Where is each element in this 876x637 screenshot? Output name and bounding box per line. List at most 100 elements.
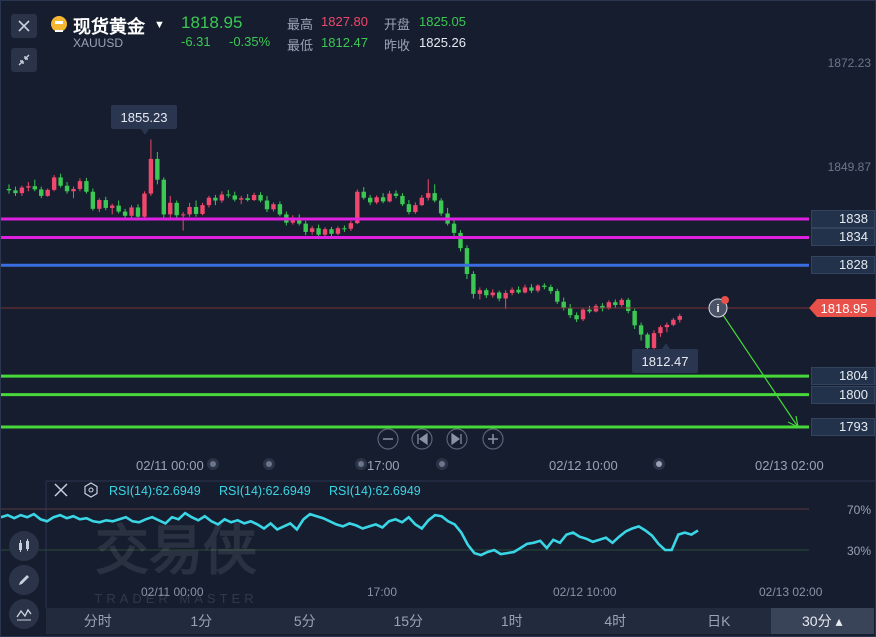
candle-body [503,292,508,299]
candle-body [335,228,341,234]
indicator-button[interactable] [9,599,39,629]
close-button[interactable] [11,14,37,38]
candle-body [555,291,560,302]
level-tag: 1828 [811,256,875,275]
candle-body [619,299,624,305]
collapse-icon [18,54,30,66]
candle-body [548,286,553,292]
timeframe-bar: 分时 1分 5分 15分 1时 4时 日K 30分 ▴ [46,608,874,634]
candle-body [638,325,644,335]
candle-body [374,197,379,203]
candle-body [580,309,586,320]
zoom-in-button[interactable] [482,428,504,450]
scroll-start-button[interactable] [411,428,433,450]
candle-body [574,315,579,320]
skip-back-icon [417,432,428,446]
candle-body [135,207,141,217]
candle-body [522,287,528,293]
candle-body [593,305,599,312]
level-tag-label: 1834 [839,229,868,245]
candle-body [271,204,276,210]
axis-price-label: 1849.87 [828,160,872,174]
candle-body [380,197,386,202]
timeframe-tab[interactable]: 1分 [150,608,254,634]
candle-body [329,229,334,234]
candle-body [232,195,237,200]
candle-body [458,232,463,249]
level-tag-label: 1838 [839,211,868,226]
zoom-out-button[interactable] [377,428,399,450]
candle-body [251,194,257,201]
rsi-close-icon[interactable] [54,483,68,497]
level-tag: 1793 [811,418,875,436]
prev-close-label: 昨收 [384,38,411,53]
candle-body [658,327,663,334]
last-price: 1818.95 [181,13,243,32]
candle-body [129,207,134,216]
candle-body [471,274,476,294]
candle-body [426,193,431,198]
candle-body [348,223,354,229]
candle-body [664,324,670,328]
candle-body [393,193,399,196]
candle-body [142,193,147,217]
timeframe-tab[interactable]: 30分 ▴ [770,608,874,634]
candle-body [219,194,225,201]
candle-body [239,198,244,200]
candle-body [677,316,682,320]
price-change: -6.31 [181,34,211,49]
candle-body [148,158,154,194]
candle-body [484,290,489,296]
timeframe-tab[interactable]: 1时 [460,608,564,634]
scroll-end-button[interactable] [446,428,468,450]
alert-dot [721,296,729,304]
candle-body [297,217,302,224]
candle-body [277,204,283,215]
candle-body [316,228,321,235]
price-change-percent: -0.35% [229,34,271,49]
candle-body [161,179,166,215]
candle-body [368,197,373,203]
timeframe-tab[interactable]: 分时 [46,608,150,634]
candle-body [535,285,541,291]
high-callout-box [111,105,177,129]
candle-body [6,188,12,191]
rsi-settings-icon[interactable] [84,482,98,498]
timeframe-tab[interactable]: 4时 [564,608,668,634]
plus-icon [488,434,498,444]
timeframe-tab[interactable]: 日K [667,608,771,634]
level-tag-label: 1793 [839,419,868,434]
candle-body [226,194,231,196]
rsi-value-label: RSI(14):62.6949 [329,484,421,498]
rsi-time-label: 02/11 00:00 [141,585,204,599]
candle-body [490,292,495,296]
candle-body [587,309,592,312]
timeframe-tab[interactable]: 5分 [253,608,357,634]
low-callout-box [632,349,698,373]
candle-body [174,202,179,216]
low-value: 1812.47 [321,35,368,50]
current-price-tag-label: 1818.95 [821,301,868,316]
candle-body [419,197,424,206]
candle-body [567,307,573,316]
candle-type-button[interactable] [9,531,39,561]
chart-app: 现货黄金 ▼ XAUUSD 1818.95 -6.31 -0.35% 最高 18… [0,0,876,637]
draw-tool-button[interactable] [9,565,39,595]
candle-body [97,200,102,209]
candle-body [116,205,121,212]
candle-body [90,191,96,209]
candle-body [284,214,289,223]
collapse-button[interactable] [11,48,37,72]
rsi-time-label: 02/12 10:00 [553,585,617,599]
candle-body [342,228,347,230]
rsi-axis-label: 30% [847,544,871,558]
pencil-icon [19,575,29,585]
timeframe-tab[interactable]: 15分 [357,608,461,634]
candle-body [71,188,76,192]
chevron-down-icon: ▼ [154,19,165,31]
forecast-arrowhead [787,415,799,428]
candle-body [19,187,25,194]
low-callout-pointer [662,343,670,349]
candle-body [187,206,192,215]
level-tag-label: 1800 [839,386,868,402]
